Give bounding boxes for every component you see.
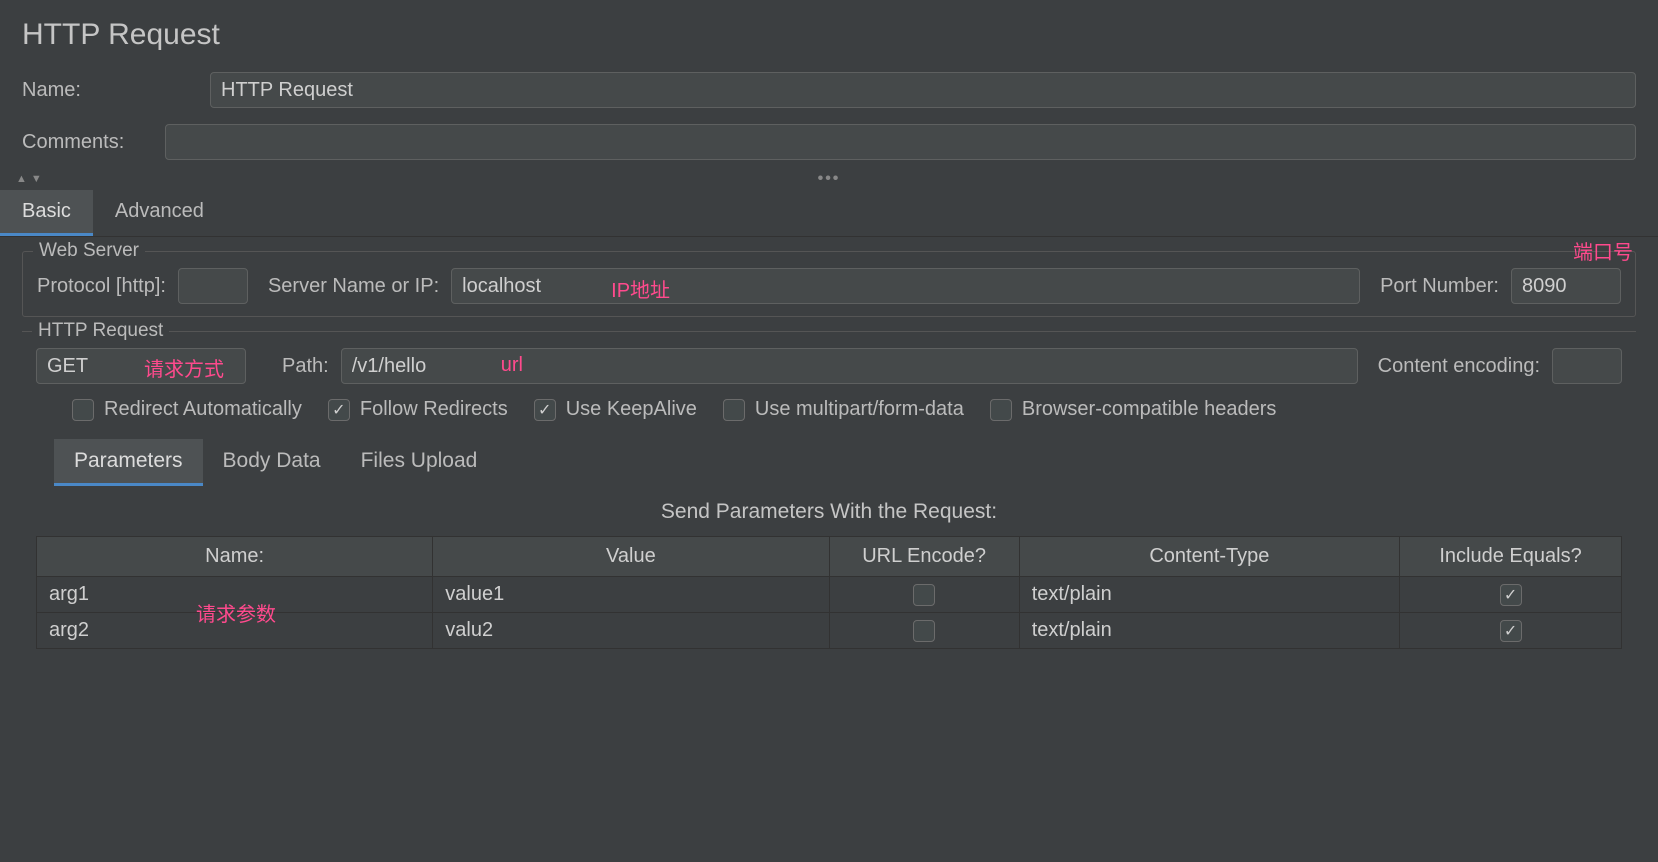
cb-follow-redirects[interactable]: Follow Redirects xyxy=(328,398,508,421)
cell-content-type[interactable]: text/plain xyxy=(1019,577,1399,613)
cell-name[interactable]: arg1 xyxy=(37,577,433,613)
name-label: Name: xyxy=(22,79,152,102)
cell-name[interactable]: arg2 xyxy=(37,613,433,649)
port-input[interactable] xyxy=(1511,268,1621,304)
col-url-encode: URL Encode? xyxy=(829,537,1019,577)
cb-keepalive[interactable]: Use KeepAlive xyxy=(534,398,697,421)
checkbox-icon xyxy=(534,399,556,421)
comments-label: Comments: xyxy=(22,131,152,154)
encoding-input[interactable] xyxy=(1552,348,1622,384)
cell-url-encode[interactable] xyxy=(829,613,1019,649)
cell-content-type[interactable]: text/plain xyxy=(1019,613,1399,649)
panel-title: HTTP Request xyxy=(0,0,1658,64)
collapse-toggle[interactable]: ▲ ▼ xyxy=(16,173,42,185)
params-table: Name: Value URL Encode? Content-Type Inc… xyxy=(36,536,1622,649)
cb-label: Follow Redirects xyxy=(360,398,508,421)
col-content-type: Content-Type xyxy=(1019,537,1399,577)
server-label: Server Name or IP: xyxy=(268,275,439,298)
name-input[interactable] xyxy=(210,72,1636,108)
cb-browser-compat[interactable]: Browser-compatible headers xyxy=(990,398,1277,421)
checkbox-icon xyxy=(72,399,94,421)
cb-redirect-auto[interactable]: Redirect Automatically xyxy=(72,398,302,421)
name-row: Name: xyxy=(0,64,1658,116)
grip-icon[interactable]: ••• xyxy=(818,170,841,188)
sub-tab-body-data[interactable]: Body Data xyxy=(203,439,341,486)
cb-label: Use KeepAlive xyxy=(566,398,697,421)
tab-basic[interactable]: Basic xyxy=(0,190,93,236)
http-request-legend: HTTP Request xyxy=(32,320,169,342)
checkbox-icon xyxy=(990,399,1012,421)
col-include-equals: Include Equals? xyxy=(1400,537,1622,577)
checkbox-icon xyxy=(1500,584,1522,606)
table-row[interactable]: arg1 value1 text/plain xyxy=(37,577,1622,613)
checkbox-icon xyxy=(913,620,935,642)
web-server-fieldset: Web Server Protocol [http]: Server Name … xyxy=(22,251,1636,317)
col-value: Value xyxy=(433,537,829,577)
main-tabs: Basic Advanced xyxy=(0,190,1658,237)
tab-advanced[interactable]: Advanced xyxy=(93,190,226,236)
cb-label: Browser-compatible headers xyxy=(1022,398,1277,421)
cell-include-equals[interactable] xyxy=(1400,613,1622,649)
path-label: Path: xyxy=(282,355,329,378)
sub-tab-parameters[interactable]: Parameters xyxy=(54,439,203,486)
path-input[interactable] xyxy=(341,348,1358,384)
cb-label: Redirect Automatically xyxy=(104,398,302,421)
web-server-legend: Web Server xyxy=(33,240,145,262)
server-input[interactable] xyxy=(451,268,1360,304)
cell-value[interactable]: value1 xyxy=(433,577,829,613)
checkbox-icon xyxy=(328,399,350,421)
arrow-up-icon: ▲ xyxy=(16,173,27,185)
protocol-input[interactable] xyxy=(178,268,248,304)
comments-input[interactable] xyxy=(165,124,1636,160)
cb-multipart[interactable]: Use multipart/form-data xyxy=(723,398,964,421)
annotation-port: 端口号 xyxy=(1573,236,1633,265)
protocol-label: Protocol [http]: xyxy=(37,275,166,298)
divider: ▲ ▼ ••• xyxy=(0,168,1658,190)
table-header-row: Name: Value URL Encode? Content-Type Inc… xyxy=(37,537,1622,577)
table-row[interactable]: arg2 valu2 text/plain xyxy=(37,613,1622,649)
arrow-down-icon: ▼ xyxy=(31,173,42,185)
sub-tab-files-upload[interactable]: Files Upload xyxy=(341,439,498,486)
http-request-panel: HTTP Request Name: Comments: ▲ ▼ ••• Bas… xyxy=(0,0,1658,649)
col-name: Name: xyxy=(37,537,433,577)
cell-value[interactable]: valu2 xyxy=(433,613,829,649)
method-select[interactable] xyxy=(36,348,246,384)
params-table-title: Send Parameters With the Request: xyxy=(36,486,1622,532)
checkbox-row: Redirect Automatically Follow Redirects … xyxy=(36,384,1622,431)
checkbox-icon xyxy=(723,399,745,421)
checkbox-icon xyxy=(1500,620,1522,642)
cb-label: Use multipart/form-data xyxy=(755,398,964,421)
checkbox-icon xyxy=(913,584,935,606)
sub-tabs: Parameters Body Data Files Upload xyxy=(36,431,1622,486)
port-label: Port Number: xyxy=(1380,275,1499,298)
encoding-label: Content encoding: xyxy=(1378,355,1540,378)
comments-row: Comments: xyxy=(0,116,1658,168)
cell-include-equals[interactable] xyxy=(1400,577,1622,613)
http-request-fieldset: HTTP Request 请求方式 Path: url Content enco… xyxy=(22,331,1636,649)
cell-url-encode[interactable] xyxy=(829,577,1019,613)
